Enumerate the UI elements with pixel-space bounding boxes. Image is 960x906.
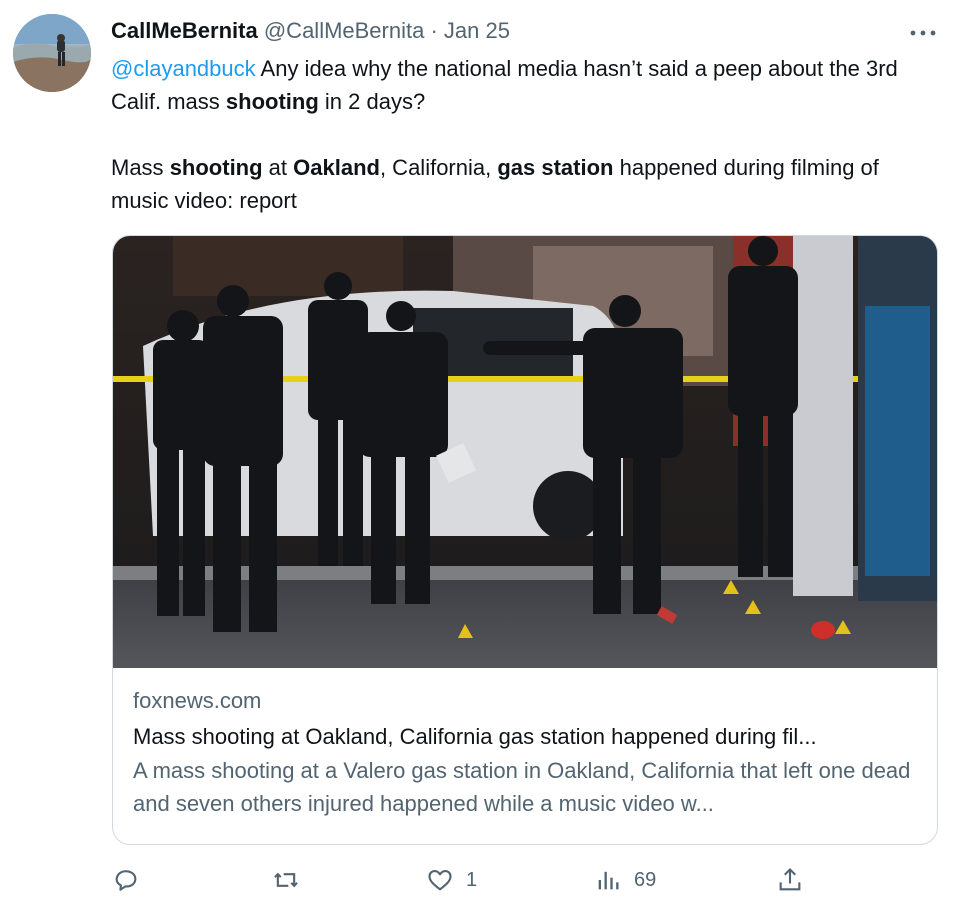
card-domain: foxnews.com: [133, 688, 262, 713]
action-bar: 1 69: [112, 860, 942, 900]
display-name[interactable]: CallMeBernita: [111, 18, 258, 43]
tweet-text-segment: in 2 days?: [318, 89, 426, 114]
reply-button[interactable]: [112, 864, 140, 896]
tweet-paragraph-1: @clayandbuck Any idea why the national m…: [111, 52, 941, 118]
tweet-paragraph-2: Mass shooting at Oakland, California, ga…: [111, 151, 941, 217]
reply-icon: [115, 870, 137, 891]
tweet-text: @clayandbuck Any idea why the national m…: [111, 52, 941, 217]
views-button[interactable]: 69: [594, 864, 656, 896]
like-count: 1: [466, 868, 478, 891]
highlight-text: gas station: [497, 155, 614, 180]
share-icon: [779, 868, 801, 891]
link-card[interactable]: foxnews.com Mass shooting at Oakland, Ca…: [112, 235, 938, 845]
user-handle[interactable]: @CallMeBernita: [264, 18, 425, 43]
retweet-icon: [274, 872, 298, 888]
article-photo[interactable]: [113, 236, 938, 668]
highlight-text: shooting: [225, 89, 319, 114]
separator-dot: ·: [430, 18, 438, 43]
avatar[interactable]: [13, 14, 91, 92]
share-button[interactable]: [776, 864, 804, 896]
tweet-text-segment: at: [262, 155, 294, 180]
tweet-text-segment: Mass: [111, 155, 170, 180]
mention-link[interactable]: @clayandbuck: [111, 56, 256, 81]
more-horizontal-icon[interactable]: [906, 20, 940, 44]
views-icon: [598, 871, 619, 890]
avatar-image: [13, 14, 91, 92]
card-text: foxnews.com Mass shooting at Oakland, Ca…: [133, 686, 923, 820]
highlight-text: shooting: [169, 155, 263, 180]
tweet-text-segment: , California,: [379, 155, 498, 180]
retweet-button[interactable]: [272, 864, 300, 896]
like-button[interactable]: 1: [426, 864, 477, 896]
views-count: 69: [634, 868, 657, 891]
heart-icon: [428, 869, 452, 891]
tweet-date[interactable]: Jan 25: [444, 18, 510, 43]
highlight-text: Oakland: [293, 155, 380, 180]
tweet-header: CallMeBernita @CallMeBernita · Jan 25: [111, 16, 510, 46]
card-description: A mass shooting at a Valero gas station …: [133, 758, 911, 816]
card-title[interactable]: Mass shooting at Oakland, California gas…: [133, 720, 923, 754]
